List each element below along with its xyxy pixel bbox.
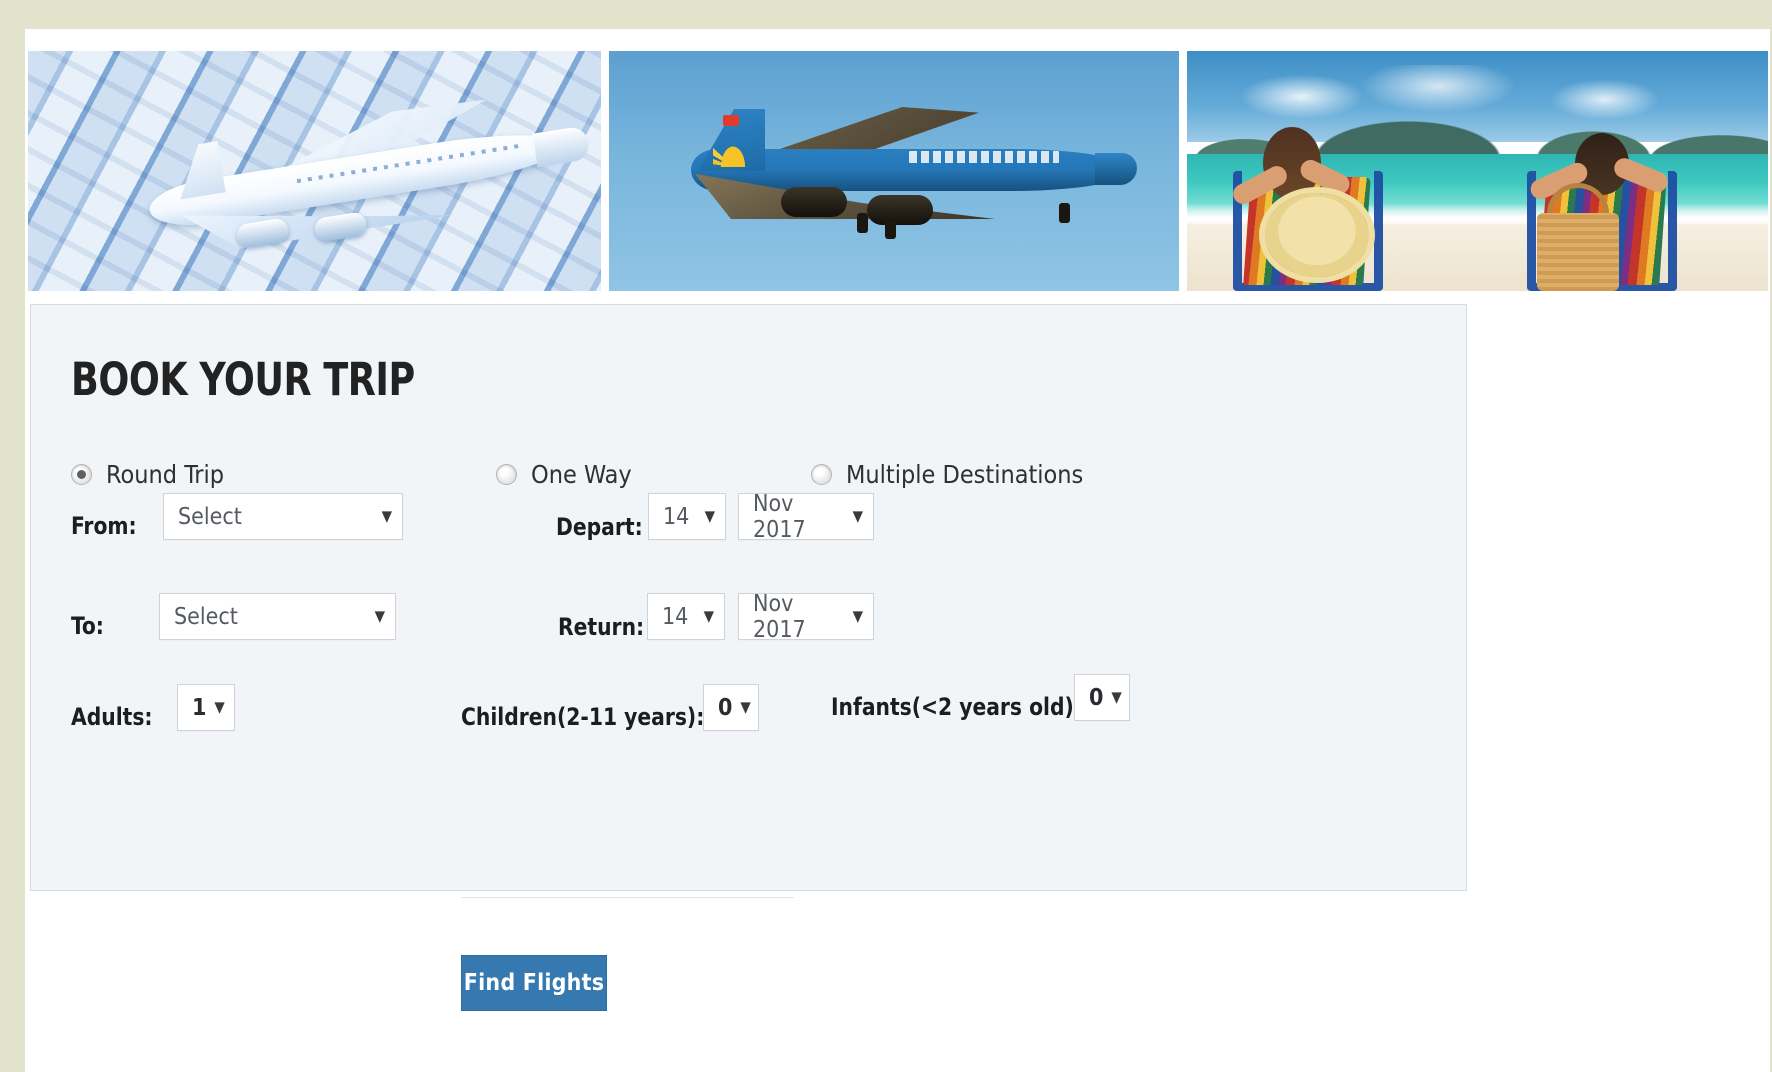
depart-day-select[interactable]: 14 ▼ [648, 493, 726, 540]
sun-hat [1265, 193, 1369, 277]
chevron-down-icon: ▼ [852, 507, 863, 525]
airliner-engine [867, 195, 933, 225]
page-title: BOOK YOUR TRIP [71, 353, 415, 406]
infants-select[interactable]: 0 ▼ [1074, 674, 1130, 721]
airline-livery-lettering [909, 151, 1059, 163]
beach-chair-left [1225, 127, 1385, 291]
booking-form-panel: BOOK YOUR TRIP Round Trip One Way Multip… [30, 304, 1467, 1011]
radio-option-multiple-destinations[interactable]: Multiple Destinations [811, 460, 1083, 489]
return-label: Return: [558, 613, 645, 641]
from-label: From: [71, 512, 137, 540]
radio-button-multiple-destinations[interactable] [811, 464, 832, 485]
banner-image-vietnam-airlines-aircraft [609, 51, 1179, 291]
airliner-graphic [661, 103, 1137, 243]
return-day-value: 14 [662, 603, 689, 630]
chevron-down-icon: ▼ [703, 607, 714, 625]
chevron-down-icon: ▼ [1111, 688, 1122, 706]
children-select[interactable]: 0 ▼ [703, 684, 759, 731]
find-flights-button[interactable]: Find Flights [461, 955, 607, 1011]
depart-month-value: Nov 2017 [753, 490, 806, 543]
beach-bag [1537, 213, 1619, 291]
beach-clouds [1233, 65, 1722, 119]
chevron-down-icon: ▼ [852, 607, 863, 625]
banner-image-beach-couple-relaxing [1187, 51, 1768, 291]
landing-gear [857, 213, 868, 233]
radio-label-one-way: One Way [531, 460, 632, 489]
chevron-down-icon: ▼ [704, 507, 715, 525]
form-divider [461, 897, 794, 898]
depart-day-value: 14 [663, 503, 690, 530]
adults-label: Adults: [71, 703, 153, 731]
chevron-down-icon: ▼ [740, 698, 751, 716]
airliner-engine [781, 187, 847, 217]
adults-select[interactable]: 1 ▼ [177, 684, 235, 731]
chevron-down-icon: ▼ [374, 607, 385, 625]
return-month-value: Nov 2017 [753, 590, 806, 643]
chevron-down-icon: ▼ [214, 698, 225, 716]
infants-label: Infants(<2 years old): [831, 693, 1082, 721]
trip-type-radio-group: Round Trip One Way Multiple Destinations [71, 460, 1191, 494]
depart-label: Depart: [556, 513, 643, 541]
children-value: 0 [718, 694, 733, 721]
banner-strip [28, 51, 1768, 291]
radio-label-round-trip: Round Trip [106, 460, 225, 489]
to-select-value: Select [174, 603, 238, 630]
children-label: Children(2-11 years): [461, 703, 705, 731]
to-select[interactable]: Select ▼ [159, 593, 396, 640]
banner-image-model-airplane-on-keyboard [28, 51, 601, 291]
radio-option-one-way[interactable]: One Way [496, 460, 632, 489]
page-content: BOOK YOUR TRIP Round Trip One Way Multip… [25, 29, 1770, 1072]
chevron-down-icon: ▼ [381, 507, 392, 525]
radio-button-one-way[interactable] [496, 464, 517, 485]
radio-option-round-trip[interactable]: Round Trip [71, 460, 224, 489]
from-select-value: Select [178, 503, 242, 530]
tail-flag-marking [723, 115, 739, 126]
landing-gear [885, 219, 896, 239]
radio-label-multiple-destinations: Multiple Destinations [846, 460, 1084, 489]
radio-button-round-trip[interactable] [71, 464, 92, 485]
return-day-select[interactable]: 14 ▼ [647, 593, 725, 640]
beach-chair-right [1517, 133, 1687, 291]
from-select[interactable]: Select ▼ [163, 493, 403, 540]
infants-value: 0 [1089, 684, 1104, 711]
landing-gear-nose [1059, 203, 1070, 223]
lotus-logo-icon [713, 133, 753, 167]
airliner-nose [1095, 153, 1137, 185]
adults-value: 1 [192, 694, 207, 721]
depart-month-select[interactable]: Nov 2017 ▼ [738, 490, 874, 543]
to-label: To: [71, 612, 104, 640]
return-month-select[interactable]: Nov 2017 ▼ [738, 590, 874, 643]
